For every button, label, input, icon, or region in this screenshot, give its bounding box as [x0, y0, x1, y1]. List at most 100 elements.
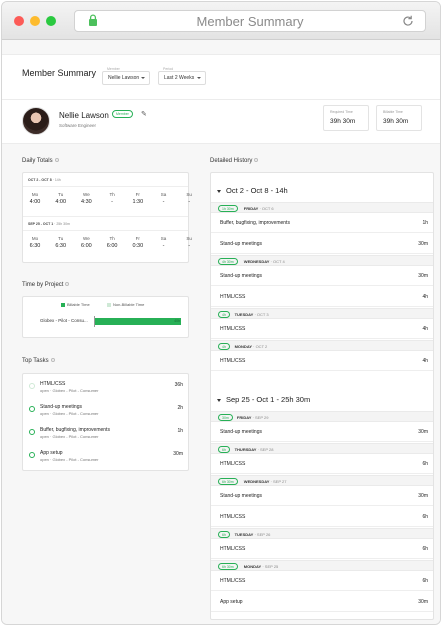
entry-duration: 30m — [418, 429, 428, 435]
project-bar-value: 40h — [174, 319, 180, 323]
day-total-pill: 4h 30m — [218, 258, 238, 265]
chevron-down-icon — [141, 77, 145, 79]
role-badge: Member — [112, 110, 133, 118]
entry-task-name: HTML/CSS — [220, 358, 246, 364]
period-select-value[interactable]: Last 2 Weeks — [158, 71, 206, 85]
billable-time-stat: Billable Time 39h 30m — [376, 105, 422, 131]
day-value: 1:30 — [132, 199, 144, 205]
time-by-project-title: Time by Project — [22, 282, 70, 288]
task-duration: 36h — [174, 382, 183, 388]
day-label: TUESDAY · SEP 26 — [235, 532, 271, 537]
member-role: Software Engineer — [59, 123, 97, 128]
entry-task-name: Stand-up meetings — [220, 429, 262, 435]
week-total: · 14h — [51, 178, 61, 182]
reload-icon[interactable] — [401, 14, 415, 28]
address-bar[interactable]: Member Summary — [74, 10, 426, 32]
task-subtitle: open · Globex - Pilot - Consumer — [40, 457, 99, 462]
task-name: Buffer, bugfixing, improvements — [40, 427, 110, 433]
history-week-title[interactable]: Sep 25 - Oct 1 - 25h 30m — [217, 395, 310, 404]
day-cell: Sa - — [153, 236, 175, 249]
day-total-pill: 6h 30m — [218, 563, 238, 570]
history-entry[interactable]: Stand-up meetings 30m — [211, 234, 433, 254]
history-week-title[interactable]: Oct 2 - Oct 8 - 14h — [217, 186, 288, 195]
edit-icon[interactable]: ✎ — [141, 110, 147, 118]
member-select-value[interactable]: Nellie Lawson — [102, 71, 150, 85]
history-entry[interactable]: HTML/CSS 6h — [211, 571, 433, 591]
entry-duration: 6h — [422, 514, 428, 520]
maximize-window-button[interactable] — [46, 16, 56, 26]
info-icon[interactable] — [50, 358, 55, 363]
progress-ring-icon — [29, 429, 35, 435]
member-select[interactable]: Member Nellie Lawson — [102, 64, 150, 90]
info-icon[interactable] — [54, 158, 59, 163]
day-value: 6:30 — [55, 243, 67, 249]
day-name: Th — [109, 236, 115, 241]
history-entry[interactable]: Stand-up meetings 30m — [211, 486, 433, 506]
entry-task-name: HTML/CSS — [220, 546, 246, 552]
history-entry[interactable]: HTML/CSS 4h — [211, 287, 433, 307]
week-divider — [23, 216, 188, 217]
chevron-down-icon[interactable] — [217, 398, 221, 402]
day-name: Sa — [160, 192, 167, 197]
day-value: - — [188, 199, 191, 205]
day-name: We — [83, 236, 90, 241]
day-value: 0:30 — [132, 243, 144, 249]
task-row[interactable]: HTML/CSS open · Globex - Pilot - Consumer… — [23, 377, 188, 399]
entry-duration: 6h — [422, 578, 428, 584]
close-window-button[interactable] — [14, 16, 24, 26]
day-value: - — [111, 199, 114, 205]
chevron-down-icon[interactable] — [217, 189, 221, 193]
task-row[interactable]: Stand-up meetings open · Globex - Pilot -… — [23, 400, 188, 422]
day-date: · OCT 4 — [269, 259, 285, 264]
task-row[interactable]: App setup open · Globex - Pilot - Consume… — [23, 446, 188, 468]
task-row[interactable]: Buffer, bugfixing, improvements open · Gl… — [23, 423, 188, 445]
history-entry[interactable]: Buffer, bugfixing, improvements 1h — [211, 213, 433, 233]
top-tasks-card: HTML/CSS open · Globex - Pilot - Consumer… — [22, 373, 189, 471]
history-entry[interactable]: HTML/CSS 6h — [211, 539, 433, 559]
history-day-header: 30m FRIDAY · SEP 29 — [211, 411, 433, 422]
task-duration: 1h — [177, 428, 183, 434]
day-cell: Su - — [178, 192, 200, 205]
day-weekday: MONDAY — [234, 344, 253, 349]
history-entry[interactable]: HTML/CSS 6h — [211, 507, 433, 527]
entry-task-name: Buffer, bugfixing, improvements — [220, 220, 290, 226]
history-entry[interactable]: HTML/CSS 4h — [211, 319, 433, 339]
history-entry[interactable]: HTML/CSS 4h — [211, 351, 433, 371]
day-cell: Su - — [178, 236, 200, 249]
day-total-pill: 30m — [218, 414, 233, 421]
info-icon[interactable] — [254, 158, 259, 163]
day-total-pill: 6h — [218, 531, 230, 538]
entry-task-name: Stand-up meetings — [220, 241, 262, 247]
history-entry[interactable]: App setup 30m — [211, 592, 433, 612]
entry-duration: 30m — [418, 493, 428, 499]
day-weekday: TUESDAY — [234, 312, 254, 317]
minimize-window-button[interactable] — [30, 16, 40, 26]
day-date: · SEP 29 — [251, 415, 269, 420]
day-value: 4:30 — [81, 199, 92, 205]
page-title-text: Member Summary — [196, 14, 304, 29]
day-label: THURSDAY · SEP 28 — [235, 447, 274, 452]
info-icon[interactable] — [65, 282, 70, 287]
day-label: WEDNESDAY · OCT 4 — [244, 259, 285, 264]
day-total-pill: 6h — [218, 446, 230, 453]
day-value: - — [162, 199, 165, 205]
day-name: Fr — [135, 192, 140, 197]
history-entry[interactable]: Stand-up meetings 30m — [211, 266, 433, 286]
period-select[interactable]: Period Last 2 Weeks — [158, 64, 206, 90]
day-cell: Tu 4:00 — [50, 192, 72, 205]
project-billable-bar[interactable] — [95, 318, 181, 325]
progress-ring-icon — [29, 406, 35, 412]
billable-time-label: Billable Time — [383, 110, 403, 114]
entry-duration: 6h — [422, 461, 428, 467]
day-name: Tu — [58, 192, 64, 197]
history-entry[interactable]: HTML/CSS 6h — [211, 454, 433, 474]
day-date: · SEP 25 — [261, 564, 279, 569]
member-name: Nellie Lawson — [59, 111, 109, 120]
entry-duration: 4h — [422, 326, 428, 332]
day-cell: Th - — [101, 192, 123, 205]
history-week-label: Sep 25 - Oct 1 - 25h 30m — [226, 395, 311, 404]
time-by-project-card: Billable Time Non-Billable Time Globex -… — [22, 296, 189, 338]
history-entry[interactable]: Stand-up meetings 30m — [211, 422, 433, 442]
day-value: 6:30 — [29, 243, 41, 249]
day-value: 4:00 — [29, 199, 41, 205]
